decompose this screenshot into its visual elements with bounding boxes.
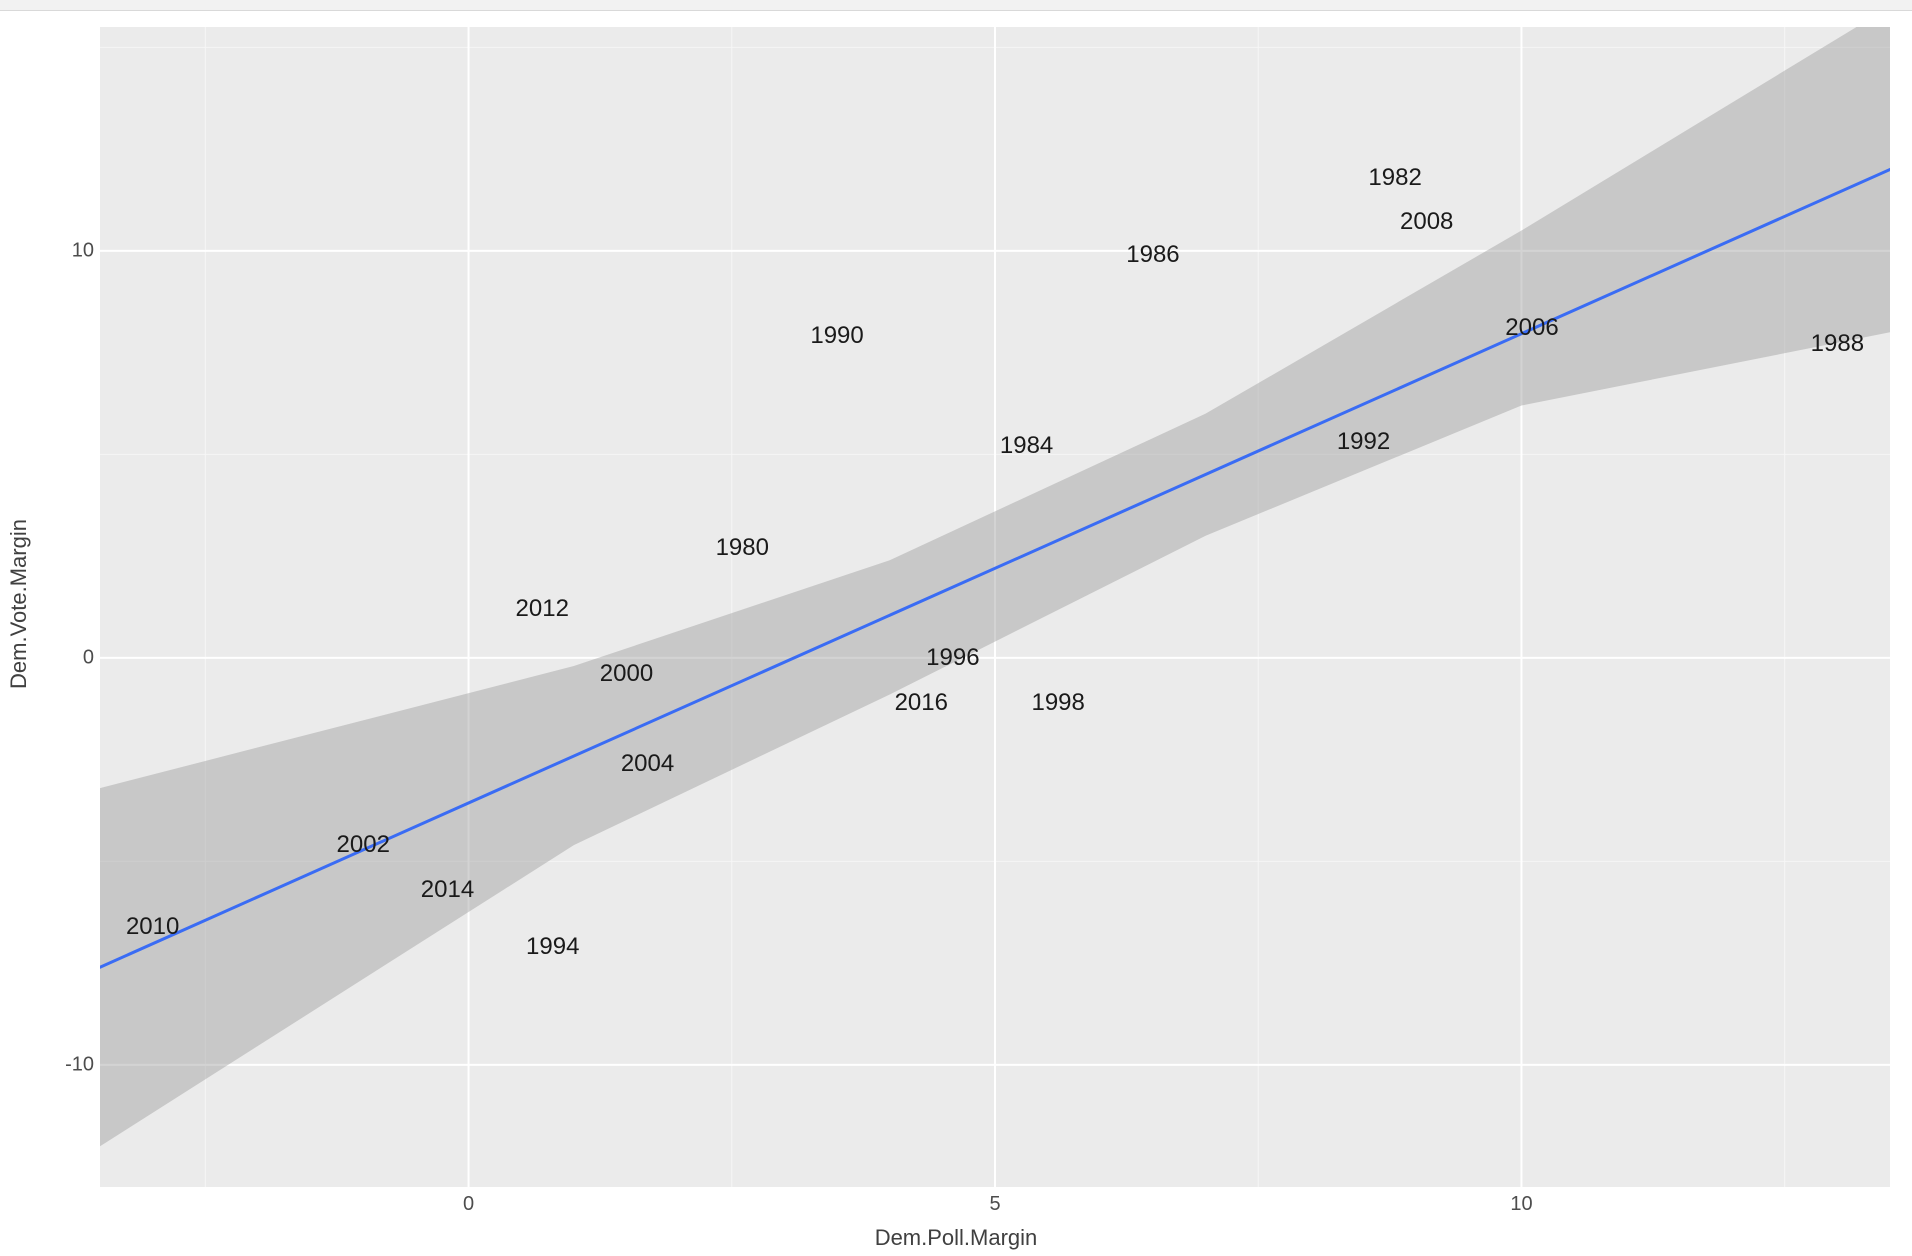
y-axis-title-wrap: Dem.Vote.Margin — [4, 11, 34, 1197]
plot-svg — [100, 27, 1890, 1187]
y-tick-label: -10 — [34, 1053, 94, 1076]
window-top-border — [0, 0, 1912, 11]
chart-container: Dem.Vote.Margin 201020022014201219942000… — [0, 11, 1912, 1256]
y-tick-label: 0 — [34, 646, 94, 669]
plot-panel: 2010200220142012199420002004198019902016… — [100, 27, 1890, 1187]
x-tick-label: 0 — [463, 1193, 474, 1216]
x-tick-label: 5 — [989, 1193, 1000, 1216]
y-tick-label: 10 — [34, 239, 94, 262]
x-axis-title: Dem.Poll.Margin — [0, 1225, 1912, 1251]
y-axis-title: Dem.Vote.Margin — [6, 519, 32, 689]
x-tick-label: 10 — [1510, 1193, 1532, 1216]
